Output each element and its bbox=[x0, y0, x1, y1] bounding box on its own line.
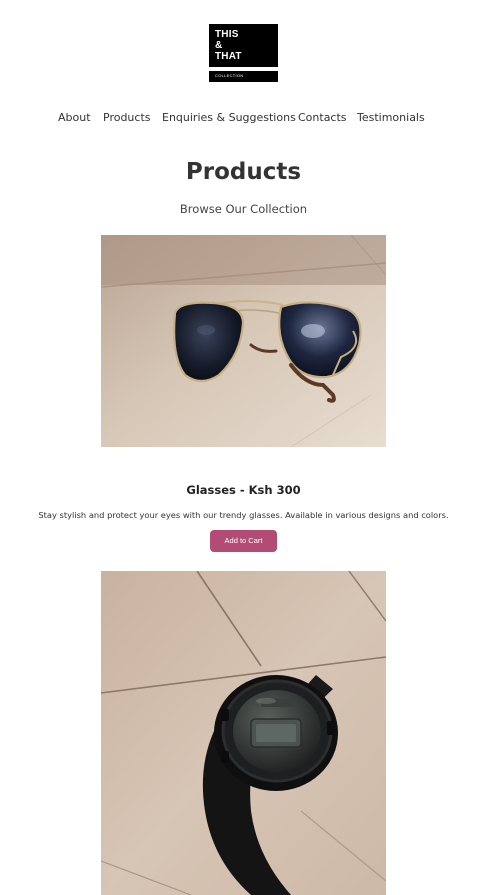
logo-divider bbox=[209, 67, 278, 71]
nav-link-contacts[interactable]: Contacts bbox=[298, 110, 347, 126]
page-subtitle: Browse Our Collection bbox=[179, 202, 308, 216]
logo-text-line: THAT bbox=[215, 51, 242, 62]
page-title: Products bbox=[185, 159, 302, 185]
product-description: Stay stylish and protect your eyes with … bbox=[38, 510, 449, 520]
logo-text-line: & bbox=[215, 40, 223, 51]
nav-link-products[interactable]: Products bbox=[103, 110, 151, 126]
product-image-watch bbox=[101, 571, 386, 895]
main-nav: About Products Enquiries & Suggestions C… bbox=[0, 110, 503, 128]
nav-link-testimonials[interactable]: Testimonials bbox=[357, 110, 425, 126]
logo-text-line: THIS bbox=[215, 29, 239, 40]
nav-link-about[interactable]: About bbox=[58, 110, 91, 126]
product-image-glasses bbox=[101, 235, 386, 447]
logo-subtitle: COLLECTION bbox=[215, 73, 244, 78]
site-logo[interactable]: THIS & THAT COLLECTION bbox=[209, 24, 278, 82]
product-name: Glasses - Ksh 300 bbox=[186, 483, 301, 497]
nav-link-enquiries[interactable]: Enquiries & Suggestions bbox=[162, 110, 296, 126]
add-to-cart-button[interactable]: Add to Cart bbox=[210, 530, 277, 552]
